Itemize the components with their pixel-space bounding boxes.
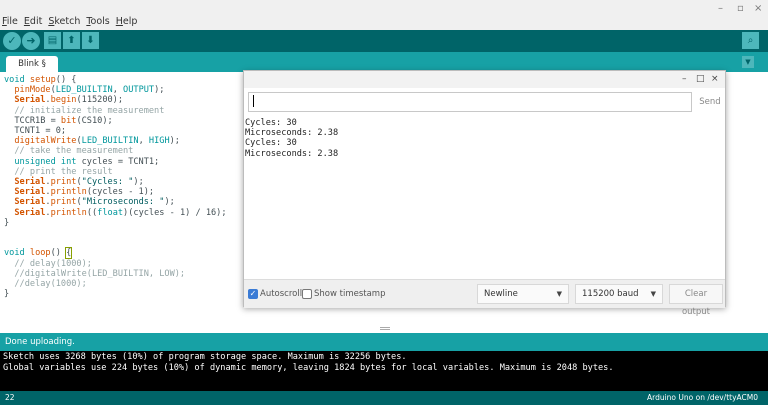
baud-rate-select[interactable]: 115200 baud ▼ — [575, 284, 663, 304]
arrow-right-icon: ➜ — [26, 34, 36, 47]
check-icon: ✓ — [7, 34, 17, 47]
serial-monitor-window: – □ × Send Cycles: 30 Microseconds: 2.38 C… — [243, 70, 726, 317]
menu-sketch[interactable]: Sketch — [48, 16, 80, 28]
menu-bar: File Edit Sketch Tools Help – ▫ × — [0, 0, 768, 30]
close-icon[interactable]: × — [711, 74, 719, 84]
output-line: Cycles: 30 — [245, 138, 297, 149]
status-message: Done uploading. — [5, 337, 75, 347]
console-line: Global variables use 224 bytes (10%) of … — [3, 363, 614, 373]
tab-blink[interactable]: Blink § — [6, 56, 58, 72]
toolbar: ✓ ➜ ▤ ⬆ ⬇ ⌕ — [0, 30, 768, 52]
chevron-down-icon: ▼ — [650, 290, 656, 298]
serial-monitor-button[interactable]: ⌕ — [742, 32, 759, 49]
board-info: Arduino Uno on /dev/ttyACM0 — [646, 393, 758, 402]
baud-rate-value: 115200 baud — [582, 289, 639, 299]
line-ending-value: Newline — [484, 289, 518, 299]
output-line: Cycles: 30 — [245, 118, 297, 128]
line-number: 22 — [5, 393, 15, 402]
minimize-icon[interactable]: – — [682, 74, 687, 84]
menu-help[interactable]: Help — [116, 16, 138, 28]
grip-icon[interactable] — [380, 327, 390, 330]
arrow-up-icon: ⬆ — [67, 35, 76, 46]
serial-titlebar[interactable]: – □ × — [244, 71, 725, 88]
autoscroll-checkbox[interactable]: ✓ — [248, 289, 258, 299]
save-button[interactable]: ⬇ — [82, 32, 99, 49]
tab-menu-button[interactable]: ▼ — [742, 56, 754, 68]
footer-bar: 22 Arduino Uno on /dev/ttyACM0 — [0, 391, 768, 405]
serial-output: Cycles: 30 Microseconds: 2.38 Cycles: 30 Mi… — [244, 116, 725, 279]
chevron-down-icon: ▼ — [745, 58, 751, 66]
output-line: Microseconds: 2.38 — [245, 148, 339, 159]
console-line: Sketch uses 3268 bytes (10%) of program … — [3, 352, 407, 362]
status-bar: Done uploading. — [0, 333, 768, 351]
minimize-icon[interactable]: – — [718, 4, 723, 14]
magnifier-icon: ⌕ — [747, 35, 754, 46]
chevron-down-icon: ▼ — [556, 290, 562, 298]
close-icon[interactable]: × — [754, 4, 762, 14]
menu-edit[interactable]: Edit — [24, 16, 42, 28]
maximize-icon[interactable]: □ — [696, 74, 705, 84]
new-file-icon: ▤ — [47, 35, 58, 46]
autoscroll-label[interactable]: Autoscroll — [260, 288, 302, 300]
serial-input[interactable] — [248, 92, 692, 112]
check-icon: ✓ — [249, 289, 257, 298]
send-button[interactable]: Send — [696, 92, 724, 112]
text-caret — [253, 95, 254, 107]
arrow-down-icon: ⬇ — [86, 35, 95, 46]
menu-file[interactable]: File — [2, 16, 18, 28]
timestamp-checkbox[interactable] — [302, 289, 312, 299]
timestamp-label[interactable]: Show timestamp — [314, 288, 386, 300]
new-button[interactable]: ▤ — [44, 32, 61, 49]
menu-tools[interactable]: Tools — [86, 16, 109, 28]
console-output: Sketch uses 3268 bytes (10%) of program … — [0, 351, 768, 391]
output-line: Microseconds: 2.38 — [245, 128, 339, 139]
open-button[interactable]: ⬆ — [63, 32, 80, 49]
menu-list: File Edit Sketch Tools Help — [2, 16, 137, 28]
maximize-icon[interactable]: ▫ — [737, 4, 744, 14]
tab-bar: Blink § ▼ — [0, 52, 768, 72]
clear-output-button[interactable]: Clear output — [669, 284, 723, 317]
serial-bottom-bar: ✓ Autoscroll Show timestamp Newline ▼ 11… — [244, 279, 725, 317]
line-ending-select[interactable]: Newline ▼ — [477, 284, 569, 304]
verify-button[interactable]: ✓ — [3, 32, 21, 50]
upload-button[interactable]: ➜ — [22, 32, 40, 50]
